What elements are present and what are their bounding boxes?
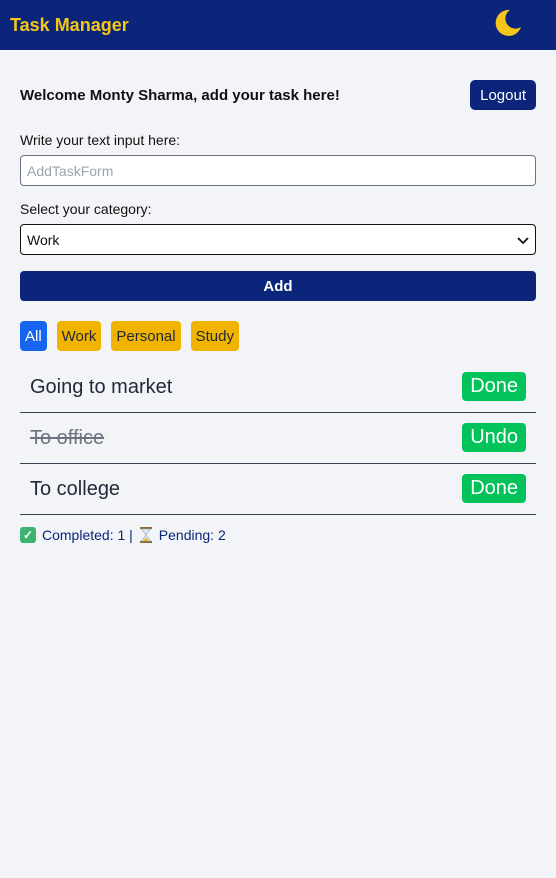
completed-count: Completed: 1 | xyxy=(42,527,133,543)
top-navbar: Task Manager xyxy=(0,0,556,50)
main-content: Welcome Monty Sharma, add your task here… xyxy=(20,50,536,543)
check-mark-icon: ✓ xyxy=(20,527,36,543)
app-title: Task Manager xyxy=(10,14,129,35)
category-select[interactable]: Work xyxy=(20,224,536,255)
task-row: To office Undo xyxy=(20,413,536,464)
pending-count: Pending: 2 xyxy=(158,527,226,543)
filter-personal-chip[interactable]: Personal xyxy=(111,321,181,351)
moon-icon xyxy=(492,7,524,44)
task-text: Going to market xyxy=(30,375,173,398)
task-row: Going to market Done xyxy=(20,362,536,413)
category-selected-value: Work xyxy=(27,231,60,248)
task-summary: ✓ Completed: 1 | Pending: 2 xyxy=(20,527,536,543)
hourglass-icon xyxy=(139,527,153,543)
add-task-button[interactable]: Add xyxy=(20,271,536,301)
welcome-message: Welcome Monty Sharma, add your task here… xyxy=(20,86,340,104)
task-undo-button[interactable]: Undo xyxy=(462,422,526,452)
task-done-button[interactable]: Done xyxy=(462,473,526,503)
category-label: Select your category: xyxy=(20,201,152,217)
category-filters: All Work Personal Study xyxy=(20,321,536,351)
task-text: To college xyxy=(30,477,121,500)
task-text-completed: To office xyxy=(30,426,105,449)
task-done-button[interactable]: Done xyxy=(462,371,526,401)
welcome-row: Welcome Monty Sharma, add your task here… xyxy=(20,80,536,110)
theme-toggle-button[interactable] xyxy=(490,7,526,43)
chevron-down-icon xyxy=(517,232,529,248)
task-list: Going to market Done To office Undo To c… xyxy=(20,362,536,515)
filter-all-chip[interactable]: All xyxy=(20,321,47,351)
task-text-input[interactable] xyxy=(20,155,536,186)
task-text-label: Write your text input here: xyxy=(20,132,181,148)
logout-button[interactable]: Logout xyxy=(470,80,536,110)
filter-study-chip[interactable]: Study xyxy=(190,321,239,351)
task-row: To college Done xyxy=(20,464,536,515)
filter-work-chip[interactable]: Work xyxy=(56,321,102,351)
